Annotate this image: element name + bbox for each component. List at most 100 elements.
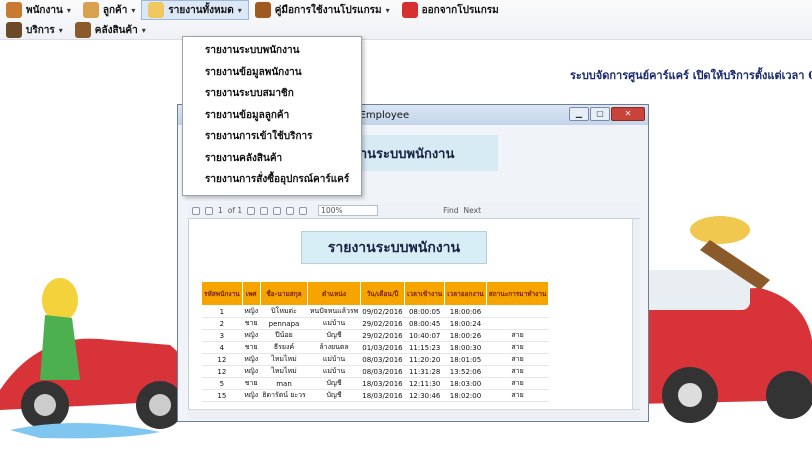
table-row: 3 หญิง ปีน้อย บัญชี 29/02/2016 10:40:07 18:00:… [201, 329, 549, 342]
table-cell: 09/02/2016 [360, 305, 405, 318]
dropdown-item-1[interactable]: รายงานข้อมูลพนักงาน [183, 62, 361, 84]
last-page-icon[interactable] [260, 206, 269, 215]
table-cell: 08:00:45 [404, 317, 445, 330]
table-cell: แม่บ้าน [307, 353, 361, 366]
table-cell: 1 [201, 305, 243, 318]
warehouse-box-icon [74, 22, 91, 38]
table-cell: สาย [486, 377, 549, 390]
employee-table: รหัสพนักงาน เพศ ชื่อ-นามสกุล ตำแหน่ง วัน/เดื… [201, 281, 550, 402]
menu-item-row1-2[interactable]: รายงานทั้งหมด ▾ [141, 0, 249, 20]
menu-label: รายงานทั้งหมด [168, 4, 234, 16]
table-cell: หญิง [242, 305, 261, 318]
menu-item-row1-1[interactable]: ลูกค้า ▾ [77, 0, 142, 20]
minimize-button[interactable]: ▁ [569, 107, 589, 121]
menu-label: ลูกค้า [102, 4, 128, 16]
table-cell: 13:52:06 [444, 365, 487, 378]
dropdown-item-3[interactable]: รายงานข้อมูลลูกค้า [183, 105, 361, 127]
print-icon[interactable] [286, 206, 295, 215]
page-count: of 1 [227, 206, 243, 215]
report-pencil-icon [148, 2, 165, 18]
table-cell: สาย [486, 329, 549, 342]
menu-item-row1-4[interactable]: ออกจากโปรแกรม [396, 0, 505, 20]
table-cell: 18:00:30 [444, 341, 487, 354]
table-cell: 18:00:26 [444, 329, 487, 342]
table-cell: หญิง [242, 329, 261, 342]
chevron-down-icon: ▾ [131, 5, 136, 15]
table-cell: ไหมไหม่ [260, 365, 308, 378]
prev-page-icon[interactable] [205, 206, 213, 215]
column-header-6: เวลาออกงาน [444, 281, 487, 306]
table-cell: 3 [201, 329, 243, 342]
close-button[interactable]: ✕ [611, 107, 645, 121]
menu-item-row2-1[interactable]: คลังสินค้า ▾ [69, 20, 152, 40]
dropdown-item-6[interactable]: รายงานการสั่งซื้ออุปกรณ์คาร์แคร์ [183, 169, 361, 191]
chevron-down-icon: ▾ [141, 25, 146, 35]
refresh-icon[interactable] [273, 206, 282, 215]
table-cell: บัญชี [307, 377, 361, 390]
table-cell: 11:15:23 [404, 341, 445, 354]
horizontal-scrollbar[interactable] [188, 409, 640, 419]
table-cell: ธิดารัตน์ ยะวร [260, 389, 308, 402]
find-input[interactable]: Find [443, 206, 458, 215]
table-cell: 18/03/2016 [360, 389, 405, 402]
table-cell: 18:02:00 [444, 389, 487, 402]
service-person-icon [6, 22, 22, 38]
person-icon [6, 2, 22, 18]
report-viewer: รายงานระบบพนักงาน รหัสพนักงาน เพศ ชื่อ-นาม… [188, 219, 632, 409]
table-cell: หญิง [242, 389, 261, 402]
table-cell: แม่บ้าน [307, 365, 361, 378]
table-cell: 12:11:30 [404, 377, 445, 390]
table-cell: 08/03/2016 [360, 365, 405, 378]
reports-dropdown-menu: รายงานระบบพนักงาน รายงานข้อมูลพนักงาน รายง… [182, 36, 362, 196]
zoom-select[interactable]: 100% [318, 205, 379, 216]
menu-item-row1-3[interactable]: คู่มือการใช้งานโปรแกรม ▾ [249, 0, 396, 20]
table-cell: ปิโหมต่ะ [260, 305, 308, 318]
export-icon[interactable] [299, 206, 308, 215]
chevron-down-icon: ▾ [237, 5, 242, 15]
table-cell: แม่บ้าน [307, 317, 361, 330]
dropdown-item-4[interactable]: รายงานการเข้าใช้บริการ [183, 126, 361, 148]
marquee-text: ระบบจัดการศูนย์คาร์แคร์ เปิดให้บริการตั้… [570, 69, 812, 82]
dropdown-item-2[interactable]: รายงานระบบสมาชิก [183, 83, 361, 105]
table-cell: 18:01:05 [444, 353, 487, 366]
table-row: 15 หญิง ธิดารัตน์ ยะวร บัญชี 18/03/2016 12:30… [201, 389, 549, 402]
table-cell: หญิง [242, 365, 261, 378]
find-next-link[interactable]: Next [464, 206, 481, 215]
table-cell [486, 305, 549, 318]
column-header-1: เพศ [241, 281, 261, 306]
table-row: 12 หญิง ไหมไหม่ แม่บ้าน 08/03/2016 11:31:28 13… [201, 365, 549, 378]
table-cell: ปีน้อย [260, 329, 308, 342]
report-title: รายงานระบบพนักงาน [301, 231, 487, 264]
table-cell: สาย [486, 341, 549, 354]
table-cell: สาย [486, 365, 549, 378]
menu-row-bottom: บริการ ▾ คลังสินค้า ▾ [0, 20, 152, 40]
menu-label: พนักงาน [26, 4, 63, 16]
table-cell: บัญชี [307, 389, 361, 402]
first-page-icon[interactable] [192, 206, 200, 215]
table-cell: pennapa [260, 317, 308, 330]
table-row: 12 หญิง ไหมไหม่ แม่บ้าน 08/03/2016 11:20:20 18… [201, 353, 549, 366]
table-cell: 08:00:05 [404, 305, 445, 318]
menu-label: คู่มือการใช้งานโปรแกรม [274, 4, 382, 16]
table-cell: 12:30:46 [404, 389, 445, 402]
menu-item-row2-0[interactable]: บริการ ▾ [0, 20, 69, 40]
dropdown-item-0[interactable]: รายงานระบบพนักงาน [183, 40, 361, 62]
table-cell: ล้างยนตล [307, 341, 361, 354]
table-cell: ชาย [242, 317, 261, 330]
table-cell [486, 317, 549, 330]
page-number[interactable]: 1 [218, 206, 223, 215]
maximize-button[interactable]: ▢ [590, 107, 610, 121]
table-cell: 18/03/2016 [360, 377, 405, 390]
menu-item-row1-0[interactable]: พนักงาน ▾ [0, 0, 77, 20]
next-page-icon[interactable] [247, 206, 256, 215]
table-row: 4 ชาย ธีรยงค์ ล้างยนตล 01/03/2016 11:15:23 18:… [201, 341, 549, 354]
vertical-scrollbar[interactable] [632, 219, 640, 409]
table-cell: 08/03/2016 [360, 353, 405, 366]
chevron-down-icon: ▾ [66, 5, 71, 15]
dropdown-item-5[interactable]: รายงานคลังสินค้า [183, 148, 361, 170]
table-cell: 18:00:06 [444, 305, 487, 318]
column-header-2: ชื่อ-นามสกุล [259, 281, 309, 306]
manual-book-icon [254, 2, 271, 18]
table-cell: สาย [486, 353, 549, 366]
table-cell: 11:31:28 [404, 365, 445, 378]
